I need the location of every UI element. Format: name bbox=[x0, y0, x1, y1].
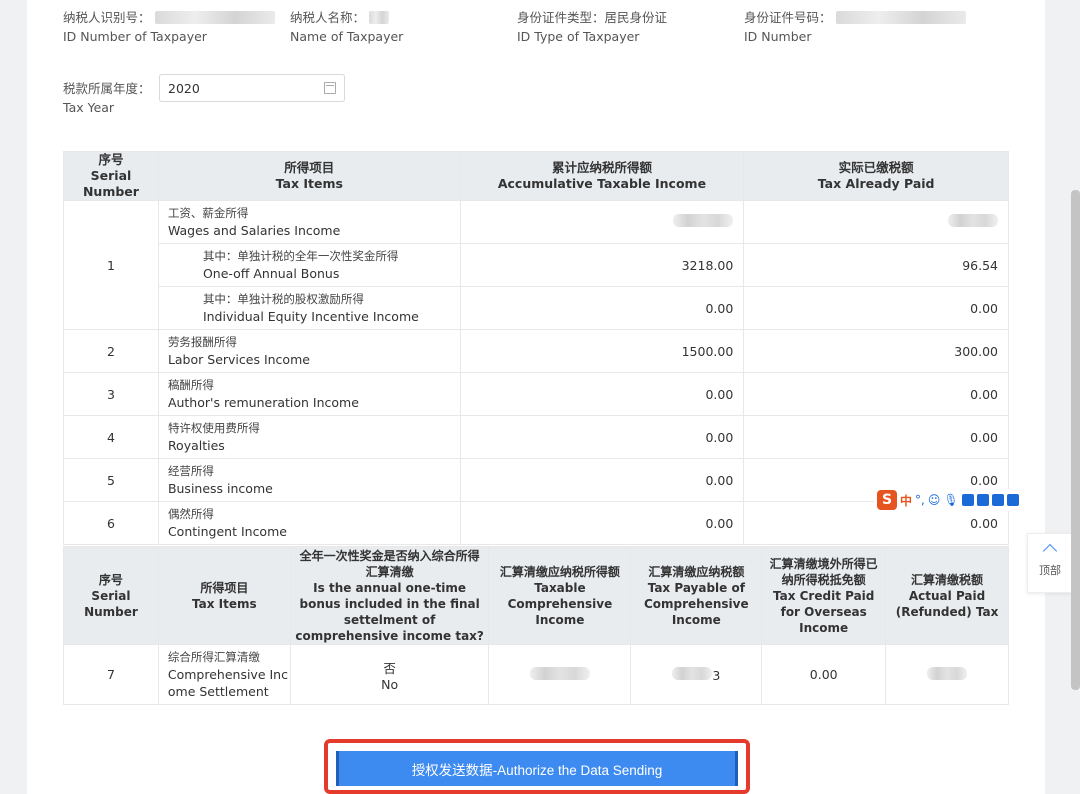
emoji-icon[interactable]: ☺ bbox=[928, 493, 941, 507]
row-paid: 96.54 bbox=[743, 243, 1009, 287]
voice-icon[interactable]: 🎙 bbox=[943, 493, 958, 507]
tax-year-label-cn: 税款所属年度： bbox=[63, 81, 151, 96]
table-row: 7 综合所得汇算清缴 Comprehensive Inc ome Settlemen… bbox=[63, 644, 1009, 705]
user-icon[interactable] bbox=[976, 494, 989, 506]
row-item: 特许权使用费所得 Royalties bbox=[157, 415, 461, 459]
tax-year-label: 税款所属年度： Tax Year bbox=[63, 79, 151, 117]
row-item: 其中：单独计税的股权激励所得 Individual Equity Incentiv… bbox=[157, 286, 461, 330]
back-to-top-button[interactable]: 顶部 bbox=[1027, 533, 1073, 593]
back-to-top-label: 顶部 bbox=[1039, 564, 1061, 577]
row-item: 其中：单独计税的全年一次性奖金所得 One-off Annual Bonus bbox=[157, 243, 461, 287]
row-item: 稿酬所得 Author's remuneration Income bbox=[157, 372, 461, 416]
header-serial: 序号 Serial Number bbox=[63, 151, 159, 201]
keyboard-icon[interactable] bbox=[961, 494, 974, 506]
authorize-button-highlight: 授权发送数据-Authorize the Data Sending bbox=[324, 739, 750, 794]
taxpayer-info-row: 纳税人识别号： ID Number of Taxpayer 纳税人名称： Nam… bbox=[63, 8, 971, 46]
ime-toolbar[interactable]: S 中 °, ☺ 🎙 bbox=[874, 489, 1022, 511]
row-income: 1500.00 bbox=[459, 329, 745, 373]
id-number-value-redacted bbox=[835, 11, 966, 24]
table-row: 其中：单独计税的股权激励所得 Individual Equity Incentiv… bbox=[64, 286, 1009, 330]
tax-year-value: 2020 bbox=[168, 81, 200, 96]
row-paid: 300.00 bbox=[743, 329, 1009, 373]
row-income: 0.00 bbox=[459, 458, 745, 502]
table-row: 4 特许权使用费所得 Royalties 0.00 0.00 bbox=[63, 415, 1009, 459]
row-serial: 3 bbox=[63, 372, 159, 416]
row-item: 综合所得汇算清缴 Comprehensive Inc ome Settlement bbox=[157, 644, 291, 705]
grid-icon[interactable] bbox=[1006, 494, 1019, 506]
sogou-logo-icon: S bbox=[877, 490, 897, 510]
row-taxable-redacted bbox=[488, 644, 632, 705]
row-item: 偶然所得 Contingent Income bbox=[157, 501, 461, 545]
row-serial: 6 bbox=[63, 501, 159, 545]
row-paid: 0.00 bbox=[743, 415, 1009, 459]
taxpayer-name-label-cn: 纳税人名称： bbox=[290, 10, 366, 25]
row-tax-payable: 3 bbox=[630, 644, 763, 705]
row-bonus-included: 否 No bbox=[289, 644, 490, 705]
header-tax-payable: 汇算清缴应纳税额 Tax Payable of Comprehensive Inc… bbox=[630, 546, 763, 645]
header-tax-items: 所得项目 Tax Items bbox=[157, 546, 291, 645]
header-taxable-comprehensive: 汇算清缴应纳税所得额 Taxable Comprehensive Income bbox=[488, 546, 632, 645]
row-overseas-credit: 0.00 bbox=[761, 644, 887, 705]
table-row: 5 经营所得 Business income 0.00 0.00 bbox=[63, 458, 1009, 502]
row-income: 0.00 bbox=[459, 501, 745, 545]
row-income: 0.00 bbox=[459, 372, 745, 416]
row-income: 0.00 bbox=[459, 415, 745, 459]
table-row: 1 工资、薪金所得 Wages and Salaries Income bbox=[63, 200, 1009, 330]
header-actual-paid: 汇算清缴税额 Actual Paid (Refunded) Tax bbox=[885, 546, 1009, 645]
tax-items-table: 序号 Serial Number 所得项目 Tax Items 累计应纳税所得额 Ac… bbox=[63, 151, 1009, 545]
row-actual-paid-redacted bbox=[885, 644, 1009, 705]
punctuation-icon[interactable]: °, bbox=[915, 493, 925, 507]
header-serial: 序号 Serial Number bbox=[63, 546, 159, 645]
id-number-label-cn: 身份证件号码： bbox=[744, 10, 832, 25]
row-income-redacted bbox=[459, 200, 745, 244]
authorize-button[interactable]: 授权发送数据-Authorize the Data Sending bbox=[336, 751, 738, 786]
chevron-up-icon bbox=[1042, 543, 1058, 559]
row-serial: 5 bbox=[63, 458, 159, 502]
table-header-row: 序号 Serial Number 所得项目 Tax Items 累计应纳税所得额 Ac… bbox=[63, 151, 1009, 201]
taxpayer-id-block: 纳税人识别号： ID Number of Taxpayer bbox=[63, 8, 290, 46]
taxpayer-id-value-redacted bbox=[154, 11, 275, 24]
row-item: 工资、薪金所得 Wages and Salaries Income bbox=[157, 200, 461, 244]
scrollbar[interactable] bbox=[1071, 190, 1080, 690]
row-serial: 7 bbox=[63, 644, 159, 705]
row-serial: 1 bbox=[63, 200, 159, 330]
taxpayer-name-value-redacted bbox=[369, 11, 390, 24]
id-type-label-en: ID Type of Taxpayer bbox=[517, 29, 640, 44]
row-income: 3218.00 bbox=[459, 243, 745, 287]
id-type-block: 身份证件类型：居民身份证 ID Type of Taxpayer bbox=[517, 8, 744, 46]
row-paid: 0.00 bbox=[743, 372, 1009, 416]
row-item: 经营所得 Business income bbox=[157, 458, 461, 502]
skin-icon[interactable] bbox=[991, 494, 1004, 506]
ime-language[interactable]: 中 bbox=[900, 492, 912, 509]
tax-year-input[interactable]: 2020 bbox=[159, 74, 345, 102]
header-tax-paid: 实际已缴税额 Tax Already Paid bbox=[743, 151, 1009, 201]
row-income: 0.00 bbox=[459, 286, 745, 330]
header-bonus-included: 全年一次性奖金是否纳入综合所得汇算清缴 Is the annual one-tim… bbox=[289, 546, 490, 645]
taxpayer-name-label-en: Name of Taxpayer bbox=[290, 29, 404, 44]
id-number-label-en: ID Number bbox=[744, 29, 812, 44]
table-row: 2 劳务报酬所得 Labor Services Income 1500.00 30… bbox=[63, 329, 1009, 373]
taxpayer-name-block: 纳税人名称： Name of Taxpayer bbox=[290, 8, 517, 46]
id-type-label-cn: 身份证件类型：居民身份证 bbox=[517, 10, 668, 25]
row-item: 劳务报酬所得 Labor Services Income bbox=[157, 329, 461, 373]
table-header-row: 序号 Serial Number 所得项目 Tax Items 全年一次性奖金是否纳… bbox=[63, 546, 1009, 645]
row-paid: 0.00 bbox=[743, 286, 1009, 330]
row-paid-redacted bbox=[743, 200, 1009, 244]
calendar-icon[interactable] bbox=[324, 82, 336, 94]
table-row: 3 稿酬所得 Author's remuneration Income 0.00 … bbox=[63, 372, 1009, 416]
main-panel: 纳税人识别号： ID Number of Taxpayer 纳税人名称： Nam… bbox=[27, 0, 1045, 794]
header-tax-items: 所得项目 Tax Items bbox=[157, 151, 461, 201]
table-row: 6 偶然所得 Contingent Income 0.00 0.00 bbox=[63, 501, 1009, 545]
row-serial: 4 bbox=[63, 415, 159, 459]
table-row: 其中：单独计税的全年一次性奖金所得 One-off Annual Bonus 32… bbox=[64, 243, 1009, 287]
tax-year-label-en: Tax Year bbox=[63, 100, 115, 115]
id-number-block: 身份证件号码： ID Number bbox=[744, 8, 971, 46]
row-serial: 2 bbox=[63, 329, 159, 373]
row-tax-payable-suffix: 3 bbox=[712, 667, 721, 683]
header-taxable-income: 累计应纳税所得额 Accumulative Taxable Income bbox=[459, 151, 745, 201]
header-overseas-credit: 汇算清缴境外所得已纳所得税抵免额 Tax Credit Paid for Over… bbox=[761, 546, 887, 645]
taxpayer-id-label-cn: 纳税人识别号： bbox=[63, 10, 151, 25]
settlement-table: 序号 Serial Number 所得项目 Tax Items 全年一次性奖金是否纳… bbox=[63, 546, 1009, 705]
taxpayer-id-label-en: ID Number of Taxpayer bbox=[63, 29, 207, 44]
